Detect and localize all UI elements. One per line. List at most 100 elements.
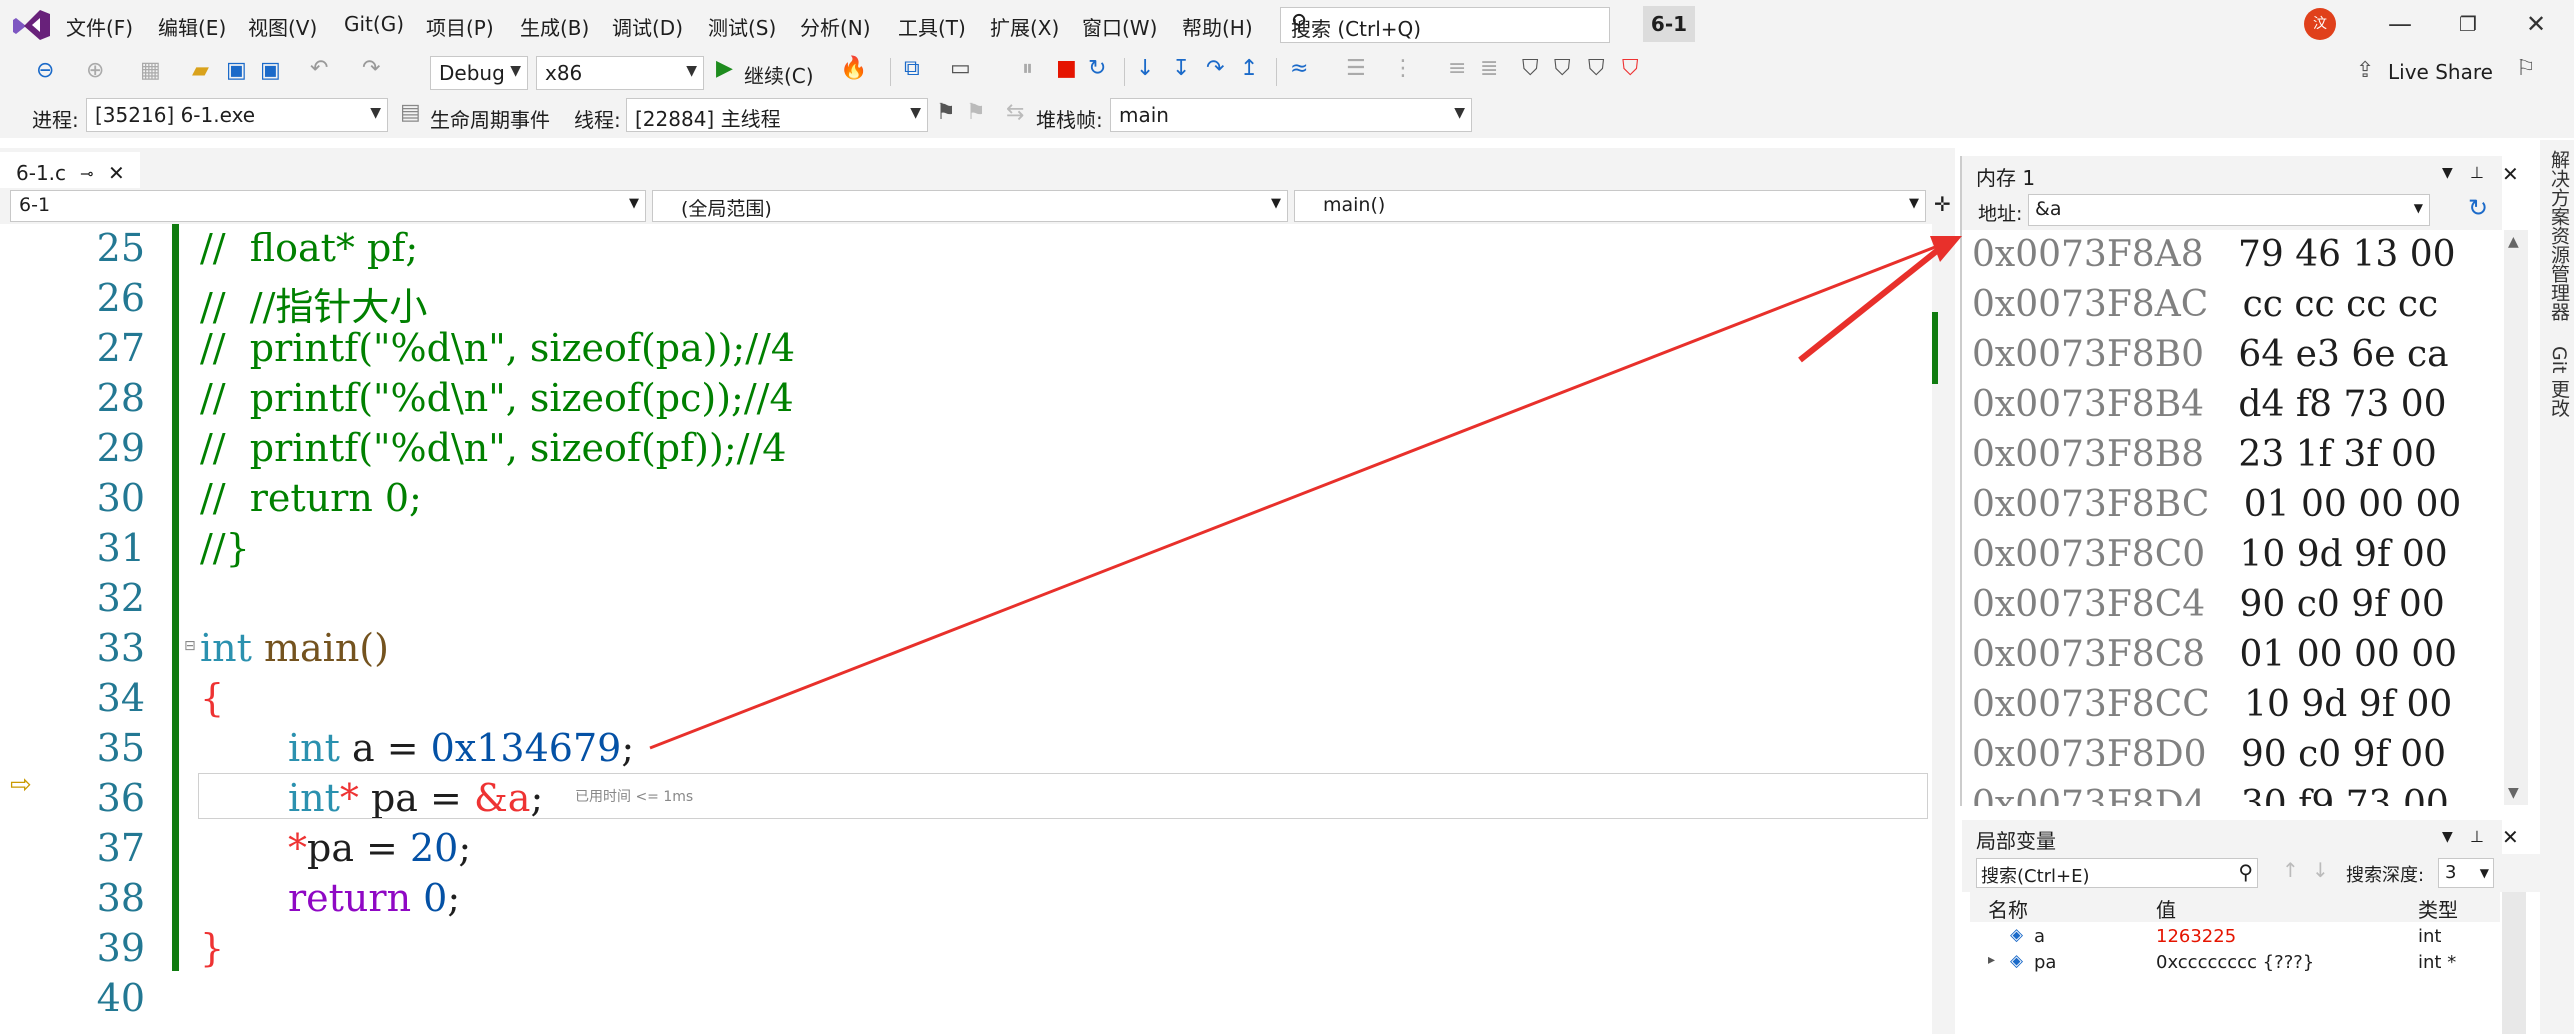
- process-dropdown[interactable]: [35216] 6-1.exe ▼: [86, 98, 388, 132]
- toolbar-separator: [1276, 58, 1277, 86]
- expand-icon[interactable]: ▸: [1988, 952, 1995, 968]
- redo-icon[interactable]: ↷: [362, 56, 380, 81]
- lifecycle-events-button[interactable]: 生命周期事件: [430, 104, 550, 133]
- flag-thread-icon[interactable]: ⚑: [936, 100, 956, 125]
- split-icon[interactable]: ✛: [1934, 192, 1951, 216]
- break-all-icon[interactable]: ⏸: [1022, 56, 1033, 81]
- chevron-down-icon: ▼: [1454, 105, 1465, 121]
- step-over-icon[interactable]: ↷: [1206, 56, 1224, 81]
- close-window-icon[interactable]: ✕: [2516, 6, 2556, 42]
- address-input[interactable]: &a ▼: [2028, 194, 2430, 226]
- global-search-input[interactable]: 搜索 (Ctrl+Q) ⚲: [1280, 7, 1610, 43]
- filter-icon[interactable]: ⇆: [1006, 100, 1024, 125]
- memory-window-title-bar: 内存 1 ▼ ⊥ ✕: [1962, 156, 2519, 190]
- menu-extensions[interactable]: 扩展(X): [990, 12, 1059, 41]
- bookmark-icon[interactable]: ⛉: [1522, 56, 1539, 81]
- scope-nav-dropdown[interactable]: (全局范围) ▼: [652, 190, 1288, 222]
- save-all-icon[interactable]: ▣: [260, 58, 281, 83]
- close-panel-icon[interactable]: ✕: [2502, 162, 2519, 186]
- format-icon[interactable]: ☰: [1346, 56, 1366, 81]
- collapse-icon[interactable]: ⊟: [184, 638, 196, 654]
- side-tab-git-changes[interactable]: Git 更改: [2546, 346, 2573, 418]
- open-folder-icon[interactable]: ▰: [192, 58, 209, 83]
- locals-row[interactable]: ▸ ◈ pa 0xcccccccc {???} int *: [1970, 950, 2500, 976]
- chevron-down-icon[interactable]: ▼: [2442, 829, 2453, 845]
- menu-edit[interactable]: 编辑(E): [158, 12, 226, 41]
- column-value[interactable]: 值: [2156, 894, 2176, 923]
- undo-icon[interactable]: ↶: [310, 56, 328, 81]
- project-nav-dropdown[interactable]: 6-1 ▼: [10, 190, 646, 222]
- menu-tools[interactable]: 工具(T): [898, 12, 966, 41]
- outdent-icon[interactable]: ≣: [1480, 56, 1498, 81]
- comment-icon[interactable]: ⋮: [1392, 56, 1414, 81]
- menu-git[interactable]: Git(G): [344, 12, 404, 36]
- visual-studio-logo-icon[interactable]: [12, 8, 52, 42]
- search-up-icon[interactable]: ↑: [2282, 858, 2299, 882]
- document-tab[interactable]: 6-1.c ⊸ ✕: [0, 152, 140, 191]
- back-icon[interactable]: ⊖: [36, 58, 54, 83]
- code-editor[interactable]: 25 26 27 28 29 30 31 32 33 34 35 36 37 3…: [0, 224, 1955, 1034]
- chevron-down-icon[interactable]: ▼: [2442, 165, 2453, 181]
- flag-all-icon[interactable]: ⚑: [966, 100, 986, 125]
- menu-debug[interactable]: 调试(D): [612, 12, 683, 41]
- scroll-up-icon[interactable]: ▲: [2508, 234, 2519, 250]
- next-bookmark-icon[interactable]: ⛉: [1588, 56, 1605, 81]
- refresh-icon[interactable]: ↻: [2468, 194, 2488, 222]
- function-nav-dropdown[interactable]: main() ▼: [1294, 190, 1926, 222]
- menu-test[interactable]: 测试(S): [708, 12, 776, 41]
- menu-build[interactable]: 生成(B): [520, 12, 589, 41]
- continue-icon[interactable]: ▶: [716, 56, 733, 81]
- scroll-down-icon[interactable]: ▼: [2508, 785, 2519, 801]
- column-name[interactable]: 名称: [1988, 894, 2028, 923]
- memory-address: 0x0073F8AC: [1972, 284, 2209, 325]
- stop-debugging-icon[interactable]: ■: [1056, 56, 1077, 81]
- indent-icon[interactable]: ≡: [1448, 56, 1466, 81]
- show-next-statement-icon[interactable]: ↓: [1136, 56, 1154, 81]
- pin-icon[interactable]: ⊥: [2470, 827, 2484, 846]
- hot-reload-icon[interactable]: 🔥: [840, 56, 867, 81]
- menu-view[interactable]: 视图(V): [248, 12, 317, 41]
- column-type[interactable]: 类型: [2418, 894, 2458, 923]
- configuration-dropdown[interactable]: Debug ▼: [430, 56, 528, 90]
- prev-bookmark-icon[interactable]: ⛉: [1554, 56, 1571, 81]
- search-down-icon[interactable]: ↓: [2312, 858, 2329, 882]
- locals-scrollbar[interactable]: [2502, 892, 2526, 1034]
- menu-help[interactable]: 帮助(H): [1182, 12, 1253, 41]
- restore-icon[interactable]: ❐: [2448, 6, 2488, 42]
- live-share-icon[interactable]: ⇪: [2356, 58, 2374, 83]
- close-tab-icon[interactable]: ✕: [108, 161, 125, 185]
- search-depth-dropdown[interactable]: 3 ▼: [2438, 858, 2494, 888]
- step-out-icon[interactable]: ↥: [1240, 56, 1258, 81]
- step-into-icon[interactable]: ↧: [1172, 56, 1190, 81]
- diagnostic-tools-icon[interactable]: ≈: [1290, 56, 1308, 81]
- memory-scrollbar[interactable]: ▲ ▼: [2504, 230, 2528, 805]
- browse-icon[interactable]: ⧉: [904, 56, 920, 81]
- new-item-icon[interactable]: ▦: [140, 58, 161, 83]
- code-token: 0x134679: [430, 726, 622, 770]
- locals-search-input[interactable]: 搜索(Ctrl+E) ⚲: [1976, 858, 2258, 888]
- platform-dropdown[interactable]: x86 ▼: [536, 56, 704, 90]
- minimize-icon[interactable]: —: [2380, 6, 2420, 42]
- menu-file[interactable]: 文件(F): [66, 12, 133, 41]
- feedback-icon[interactable]: ⚐: [2516, 56, 2536, 81]
- close-panel-icon[interactable]: ✕: [2502, 825, 2519, 849]
- stack-frame-dropdown[interactable]: main ▼: [1110, 98, 1472, 132]
- line-number: 37: [96, 826, 145, 870]
- side-tab-solution-explorer[interactable]: 解决方案资源管理器: [2546, 150, 2573, 321]
- window-layout-icon[interactable]: ▭: [950, 56, 971, 81]
- continue-button[interactable]: 继续(C): [744, 60, 814, 89]
- menu-window[interactable]: 窗口(W): [1082, 12, 1157, 41]
- save-icon[interactable]: ▣: [226, 58, 247, 83]
- clear-bookmarks-icon[interactable]: ⛉: [1622, 56, 1639, 81]
- pin-icon[interactable]: ⊸: [80, 164, 93, 183]
- thread-dropdown[interactable]: [22884] 主线程 ▼: [626, 98, 928, 132]
- menu-analyze[interactable]: 分析(N): [800, 12, 871, 41]
- lifecycle-events-icon[interactable]: ▤: [400, 100, 421, 125]
- live-share-button[interactable]: Live Share: [2388, 60, 2493, 84]
- pin-icon[interactable]: ⊥: [2470, 163, 2484, 182]
- menu-project[interactable]: 项目(P): [426, 12, 494, 41]
- locals-row[interactable]: ◈ a 1263225 int: [1970, 924, 2500, 950]
- restart-icon[interactable]: ↻: [1088, 56, 1106, 81]
- forward-icon[interactable]: ⊕: [86, 58, 104, 83]
- user-avatar[interactable]: 汶: [2304, 8, 2336, 40]
